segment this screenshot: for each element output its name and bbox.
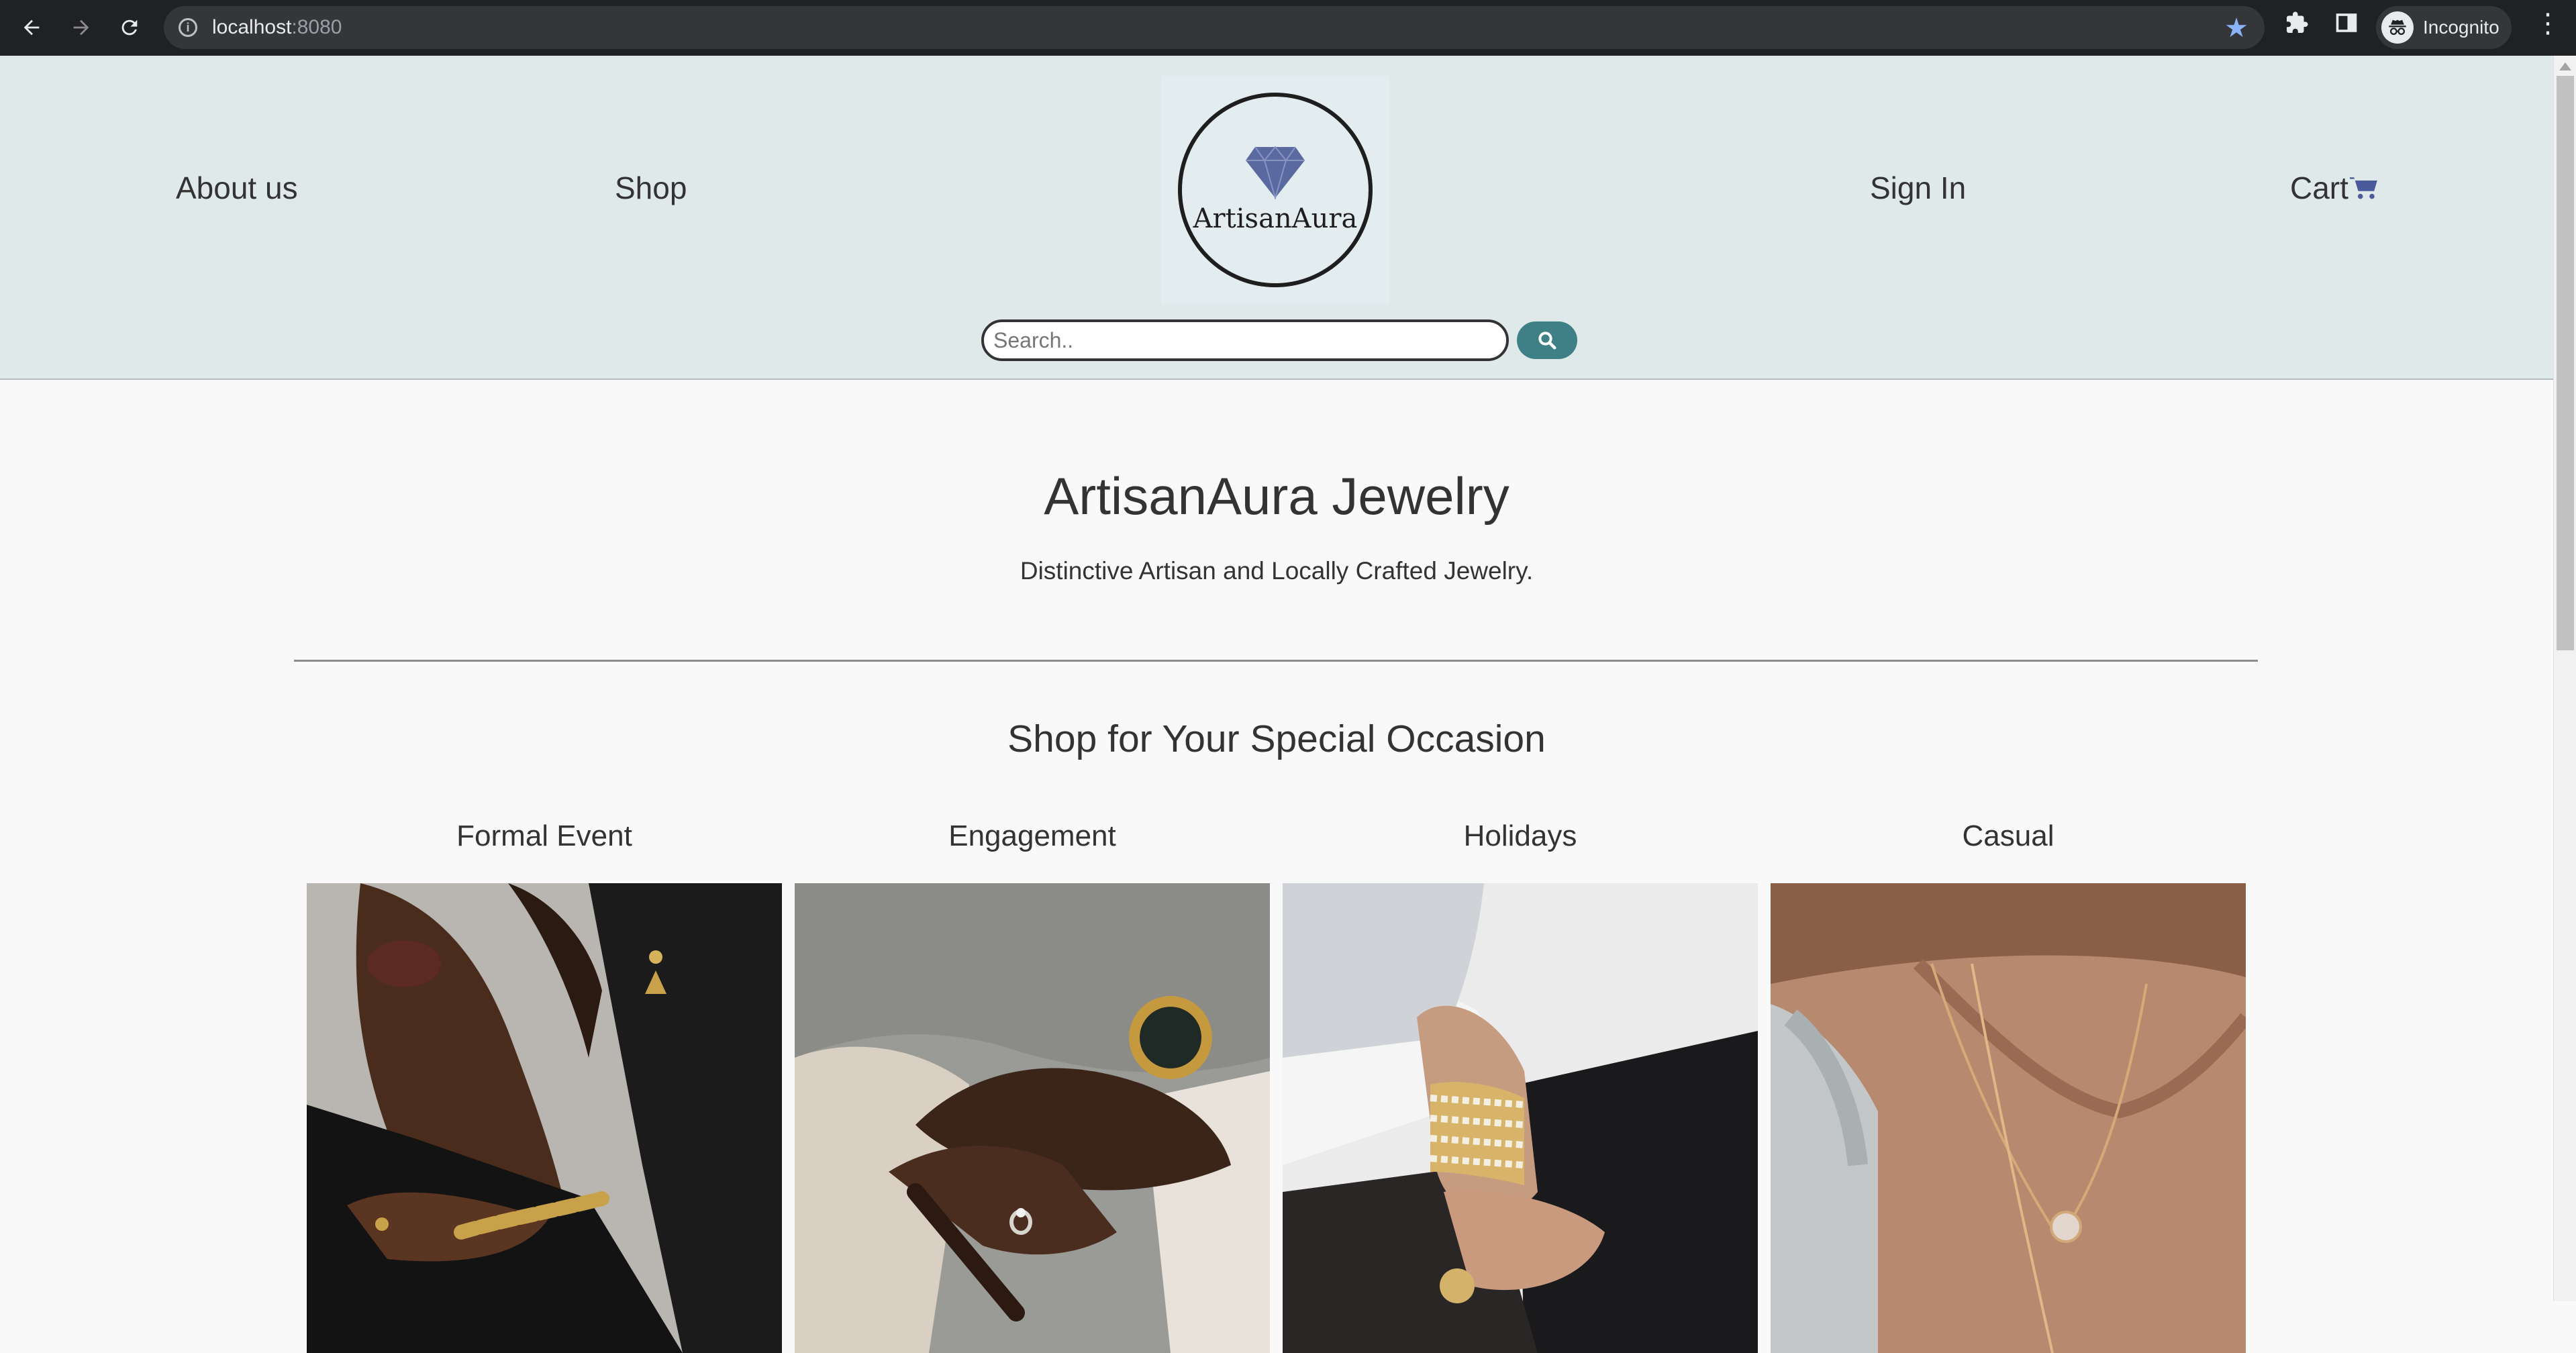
profile-label: Incognito [2423,17,2499,38]
search-button[interactable] [1517,321,1577,359]
puzzle-icon[interactable] [2285,11,2309,42]
arrow-right-icon [73,19,89,36]
occasion-card-engagement[interactable]: Engagement [795,816,1270,1353]
scrollbar-thumb[interactable] [2557,76,2574,650]
reload-icon [121,19,138,36]
incognito-icon [2381,11,2414,44]
nav-cart-link[interactable]: Cart [2290,170,2379,209]
url-host: localhost [212,16,292,38]
profile-chip[interactable]: Incognito [2376,6,2512,49]
arrow-left-icon [23,19,40,36]
occasion-photo-holidays[interactable] [1283,883,1758,1353]
extensions-glyph [2287,11,2308,33]
search-icon [1538,332,1556,350]
cart-icon [2349,172,2379,209]
nav-about-link[interactable]: About us [176,170,298,206]
engagement-image [795,883,1270,1353]
occasion-photo-engagement[interactable] [795,883,1270,1353]
reload-button[interactable] [111,9,148,46]
side-panel-icon[interactable] [2334,11,2359,42]
occasion-card-holidays[interactable]: Holidays [1283,816,1758,1353]
kebab-menu-icon[interactable]: ⋮ [2534,8,2561,39]
search-form [981,319,1577,361]
page-scrollbar[interactable] [2553,56,2576,1301]
occasion-photo-formal-event[interactable] [307,883,782,1353]
nav-sign-in-link[interactable]: Sign In [1870,170,1966,206]
occasions-title: Shop for Your Special Occasion [1007,717,1546,760]
occasion-card-formal-event[interactable]: Formal Event [307,816,782,1353]
main-content: ArtisanAura Jewelry Distinctive Artisan … [0,380,2553,1353]
info-icon[interactable]: i [179,18,197,37]
occasion-photo-casual[interactable] [1771,883,2246,1353]
nav-shop-link[interactable]: Shop [615,170,687,206]
diamond-icon [1246,146,1305,199]
back-button[interactable] [13,9,50,46]
occasion-name: Casual [1962,819,2054,852]
search-input[interactable] [981,319,1509,361]
side-panel-glyph [2336,13,2357,32]
incognito-glyph [2389,19,2406,36]
logo-text: ArtisanAura [1193,203,1358,234]
url-port: :8080 [291,16,342,38]
occasion-card-casual[interactable]: Casual [1771,816,2246,1353]
occasion-name: Holidays [1463,819,1577,852]
hero-title: ArtisanAura Jewelry [1044,466,1509,525]
forward-button[interactable] [63,9,99,46]
occasion-name: Formal Event [456,819,632,852]
section-divider [294,660,2258,662]
brand-logo[interactable]: ArtisanAura [1161,76,1389,304]
occasion-name: Engagement [948,819,1116,852]
logo-ring: ArtisanAura [1178,93,1373,287]
scroll-up-arrow-icon[interactable] [2559,62,2571,70]
formal-event-image [307,883,782,1353]
url-text[interactable]: localhost:8080 [212,16,342,39]
cart-label: Cart [2290,170,2348,205]
address-bar[interactable]: i localhost:8080 ★ [164,6,2265,49]
hero-subtitle: Distinctive Artisan and Locally Crafted … [1020,557,1534,585]
casual-image [1771,883,2246,1353]
holidays-image [1283,883,1758,1353]
star-icon[interactable]: ★ [2224,13,2248,44]
site-header: About us Shop ArtisanAura Sign In Cart [0,56,2553,380]
browser-toolbar: i localhost:8080 ★ Incognito ⋮ [0,0,2576,56]
